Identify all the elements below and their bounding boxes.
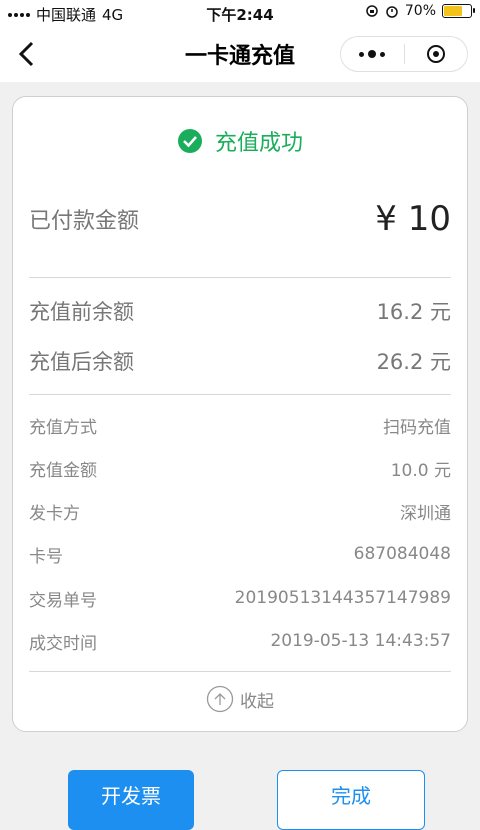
- detail-label: 充值方式: [29, 417, 97, 438]
- divider: [29, 394, 451, 395]
- balance-after-row: 充值后余额 26.2 元: [29, 343, 451, 379]
- balance-label: 充值前余额: [29, 300, 134, 324]
- detail-value: 扫码充值: [383, 417, 451, 438]
- more-button[interactable]: [341, 37, 404, 71]
- detail-label: 充值金额: [29, 460, 97, 481]
- detail-value: 2019-05-13 14:43:57: [270, 631, 451, 651]
- alarm-icon: [386, 6, 398, 18]
- detail-label: 发卡方: [29, 503, 80, 524]
- invoice-button[interactable]: 开发票: [68, 770, 194, 830]
- detail-row: 发卡方 深圳通: [29, 496, 451, 526]
- balance-value: 26.2 元: [376, 350, 451, 374]
- paid-row: 已付款金额 ¥ 10: [29, 197, 451, 241]
- balance-label: 充值后余额: [29, 350, 134, 374]
- battery-percent: 70%: [404, 3, 436, 19]
- result-card: 充值成功 已付款金额 ¥ 10 充值前余额 16.2 元 充值后余额 26.2 …: [12, 96, 468, 732]
- check-circle-icon: [177, 129, 202, 153]
- detail-row: 交易单号 20190513144357147989: [29, 583, 451, 613]
- nav-bar: 一卡通充值: [0, 26, 480, 82]
- battery-icon: [442, 4, 475, 18]
- divider: [29, 671, 451, 672]
- paid-label: 已付款金额: [29, 209, 140, 234]
- collapse-label: 收起: [240, 691, 274, 712]
- target-icon: [426, 45, 445, 63]
- success-text: 充值成功: [214, 131, 303, 156]
- paid-amount: ¥ 10: [375, 199, 451, 239]
- arrow-up-circle-icon: [206, 685, 234, 713]
- close-mini-program-button[interactable]: [405, 37, 468, 71]
- balance-value: 16.2 元: [376, 300, 451, 324]
- balance-before-row: 充值前余额 16.2 元: [29, 293, 451, 329]
- detail-row: 充值金额 10.0 元: [29, 453, 451, 483]
- detail-row: 成交时间 2019-05-13 14:43:57: [29, 626, 451, 656]
- detail-label: 成交时间: [29, 633, 97, 654]
- status-bar: 中国联通 4G 下午2:44 70%: [0, 0, 480, 26]
- detail-label: 交易单号: [29, 590, 97, 611]
- detail-label: 卡号: [29, 546, 63, 567]
- done-button[interactable]: 完成: [277, 770, 425, 830]
- divider: [29, 277, 451, 278]
- mini-program-capsule: [340, 36, 468, 72]
- success-banner: 充值成功: [13, 125, 467, 157]
- collapse-button[interactable]: 收起: [13, 685, 467, 713]
- more-dots-icon: [359, 50, 386, 58]
- orientation-lock-icon: [366, 5, 378, 17]
- detail-value: 20190513144357147989: [234, 588, 451, 608]
- detail-row: 卡号 687084048: [29, 539, 451, 569]
- detail-row: 充值方式 扫码充值: [29, 410, 451, 440]
- detail-value: 深圳通: [400, 503, 451, 524]
- detail-value: 687084048: [353, 544, 451, 564]
- detail-value: 10.0 元: [390, 460, 451, 481]
